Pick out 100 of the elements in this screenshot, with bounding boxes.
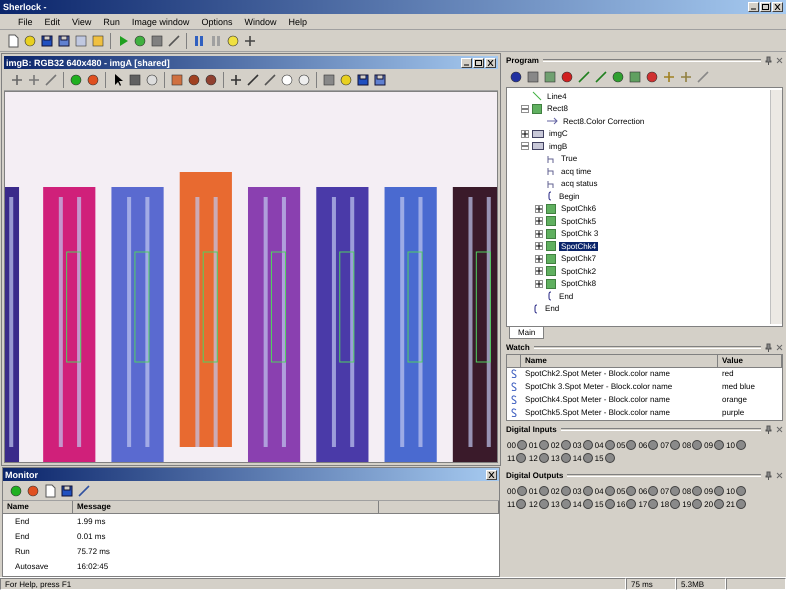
pin-icon[interactable] <box>765 56 772 65</box>
grid-icon[interactable] <box>322 72 336 86</box>
tree-item[interactable]: True <box>559 154 580 164</box>
tree-item[interactable]: Begin <box>557 192 582 201</box>
expand-toggle[interactable] <box>521 104 529 113</box>
brace-icon <box>532 304 540 314</box>
pin-icon[interactable] <box>765 471 772 480</box>
plus-icon <box>536 243 542 250</box>
circle-icon[interactable] <box>297 72 311 86</box>
tree-item[interactable]: End <box>557 292 576 301</box>
table-cell-text: orange <box>721 394 748 406</box>
close-icon[interactable] <box>776 426 783 433</box>
undo-icon[interactable] <box>77 484 91 498</box>
stop-icon[interactable] <box>86 72 100 86</box>
tree-item[interactable]: SpotChk 3 <box>559 229 600 238</box>
save-all-icon[interactable] <box>57 34 71 48</box>
variable-icon <box>546 178 556 189</box>
menu-item[interactable]: Options <box>195 16 238 26</box>
zoom-icon[interactable] <box>10 72 24 86</box>
expand-toggle[interactable] <box>521 130 529 138</box>
expand-toggle[interactable] <box>535 267 543 276</box>
pin-label: 00 <box>507 486 516 496</box>
tree-item[interactable]: SpotChk6 <box>559 204 598 214</box>
expand-toggle[interactable] <box>535 254 543 263</box>
pin-label: 04 <box>594 486 604 496</box>
line-icon[interactable] <box>246 72 260 86</box>
menu-item[interactable]: File <box>12 16 39 26</box>
expand-toggle[interactable] <box>535 280 543 288</box>
scrollbar[interactable] <box>770 90 782 324</box>
expand-toggle[interactable] <box>535 242 543 250</box>
expand-toggle[interactable] <box>535 204 543 213</box>
menu-item[interactable]: Image window <box>126 16 196 26</box>
pause-icon[interactable] <box>192 34 206 48</box>
save-icon[interactable] <box>373 72 387 86</box>
status-message: For Help, press F1 <box>0 578 626 590</box>
column-header[interactable]: Name <box>3 501 73 514</box>
tree-item[interactable]: imgB <box>547 142 570 151</box>
maximize-button[interactable] <box>760 2 771 12</box>
pin-label: 05 <box>616 440 626 450</box>
main-tab[interactable]: Main <box>509 327 544 339</box>
rect-icon[interactable] <box>128 72 142 86</box>
column-header[interactable]: Value <box>718 355 782 368</box>
expand-toggle[interactable] <box>535 230 543 238</box>
stop-icon[interactable] <box>26 484 40 498</box>
close-button[interactable] <box>772 2 783 12</box>
pin-label: 08 <box>682 440 692 450</box>
tree-item[interactable]: imgC <box>547 129 570 138</box>
tree-item[interactable]: acq time <box>559 166 594 176</box>
close-icon <box>774 4 781 10</box>
tree-item[interactable]: Rect8.Color Correction <box>561 116 646 126</box>
close-icon[interactable] <box>776 472 783 479</box>
pin-icon[interactable] <box>765 425 772 434</box>
box-icon[interactable] <box>170 72 184 86</box>
tree-item[interactable]: SpotChk8 <box>559 279 598 288</box>
pin-label: 21 <box>726 500 735 508</box>
tree-item[interactable]: Line4 <box>545 92 569 101</box>
new-file-icon[interactable] <box>6 34 20 48</box>
maximize-button[interactable] <box>473 58 484 68</box>
menu-item[interactable]: View <box>66 16 98 26</box>
pin-icon[interactable] <box>765 343 772 352</box>
tree-item[interactable]: Rect8 <box>545 104 570 114</box>
pin-label: 13 <box>550 454 560 462</box>
stop-icon[interactable] <box>645 70 659 84</box>
line-icon[interactable] <box>167 34 181 48</box>
column-header[interactable]: Message <box>73 501 379 514</box>
pin-label: 15 <box>594 500 604 508</box>
expand-toggle[interactable] <box>521 142 529 150</box>
minimize-button[interactable] <box>748 2 759 12</box>
zoom-out-icon[interactable] <box>44 72 58 86</box>
save-icon[interactable] <box>356 72 370 86</box>
menu-item[interactable]: Window <box>238 16 282 26</box>
tree-item[interactable]: SpotChk4 <box>559 242 598 251</box>
close-icon[interactable] <box>776 57 783 64</box>
column-header[interactable]: Name <box>521 355 718 368</box>
menu-item[interactable]: Help <box>282 16 313 26</box>
menu-item[interactable]: Run <box>97 16 126 26</box>
close-button[interactable] <box>486 470 497 480</box>
polyline-icon[interactable] <box>263 72 277 86</box>
start-icon[interactable] <box>9 484 23 498</box>
close-icon[interactable] <box>776 344 783 351</box>
close-button[interactable] <box>485 58 496 68</box>
zoom-in-icon[interactable] <box>27 72 41 86</box>
clear-icon[interactable] <box>43 484 57 498</box>
expand-toggle[interactable] <box>535 217 543 226</box>
pin-label: 03 <box>572 440 582 450</box>
circle-icon[interactable] <box>509 70 523 84</box>
stop-icon[interactable] <box>560 70 574 84</box>
minimize-button[interactable] <box>461 58 472 68</box>
tree-item[interactable]: SpotChk5 <box>559 216 598 226</box>
save-icon[interactable] <box>60 484 74 498</box>
stop-icon[interactable] <box>150 34 164 48</box>
save-icon[interactable] <box>40 34 54 48</box>
point-icon[interactable] <box>229 72 243 86</box>
tree-item[interactable]: SpotChk7 <box>559 254 598 264</box>
menu-item[interactable]: Edit <box>38 16 66 26</box>
pin-label: 06 <box>638 486 648 496</box>
tree-item[interactable]: End <box>543 304 562 314</box>
tree-item[interactable]: SpotChk2 <box>559 266 598 276</box>
tree-item[interactable]: acq status <box>559 179 600 188</box>
start-icon[interactable] <box>69 72 83 86</box>
